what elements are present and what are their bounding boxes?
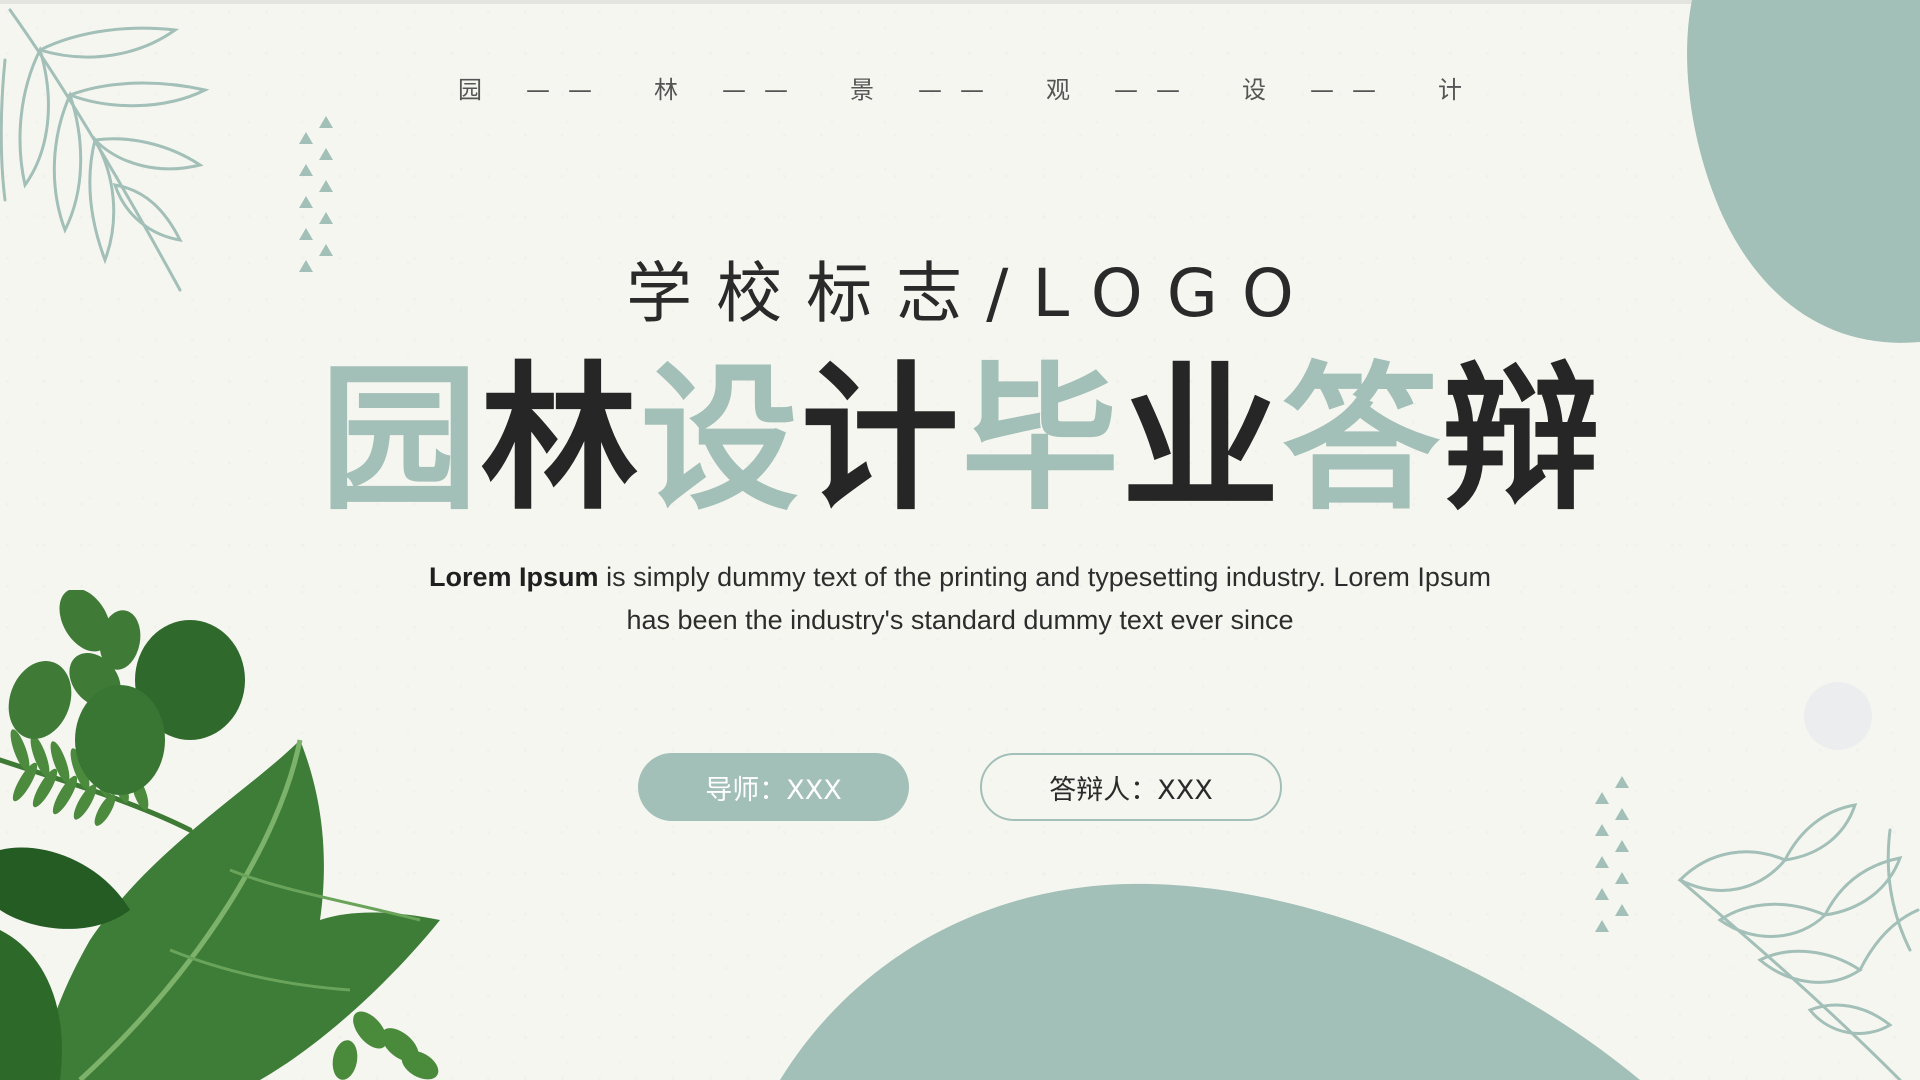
defender-button[interactable]: 答辩人：XXX (980, 753, 1282, 821)
description-bold-lead: Lorem Ipsum (429, 562, 599, 592)
header-part: —— (1310, 76, 1394, 104)
decor-circle (1804, 682, 1872, 750)
spaced-header-title: 园 —— 林 —— 景 —— 观 —— 设 —— 计 (0, 70, 1920, 105)
main-title: 园 林 设 计 毕 业 答 辩 (320, 356, 1600, 524)
title-char: 答 (1281, 348, 1440, 532)
title-char: 设 (640, 348, 799, 532)
header-part: 设 (1242, 76, 1266, 104)
advisor-button[interactable]: 导师：XXX (638, 753, 909, 821)
header-part: —— (526, 76, 610, 104)
header-part: 林 (654, 76, 678, 104)
header-part: 计 (1438, 76, 1462, 104)
green-plant-photo-icon (0, 590, 440, 1080)
title-char: 计 (800, 348, 959, 532)
header-part: 景 (850, 76, 874, 104)
leaf-sketch-bottom-right-icon (1677, 803, 1920, 1080)
header-part: —— (918, 76, 1002, 104)
description-text: Lorem Ipsum is simply dummy text of the … (420, 556, 1500, 642)
header-part: —— (722, 76, 806, 104)
title-char: 毕 (961, 348, 1120, 532)
title-char: 林 (480, 348, 639, 532)
title-char: 辩 (1441, 348, 1600, 532)
slide: 园 —— 林 —— 景 —— 观 —— 设 —— 计 学校标志/LOGO 园 林 设 计 毕 业 答… (0, 0, 1920, 1080)
title-char: 园 (320, 348, 478, 532)
triangle-pattern-icon (1595, 776, 1629, 932)
description-body: is simply dummy text of the printing and… (598, 562, 1491, 635)
school-logo-text: 学校标志/LOGO (626, 255, 1318, 332)
header-part: —— (1114, 76, 1198, 104)
title-char: 业 (1121, 348, 1280, 532)
header-part: 园 (458, 76, 482, 104)
header-part: 观 (1046, 76, 1070, 104)
